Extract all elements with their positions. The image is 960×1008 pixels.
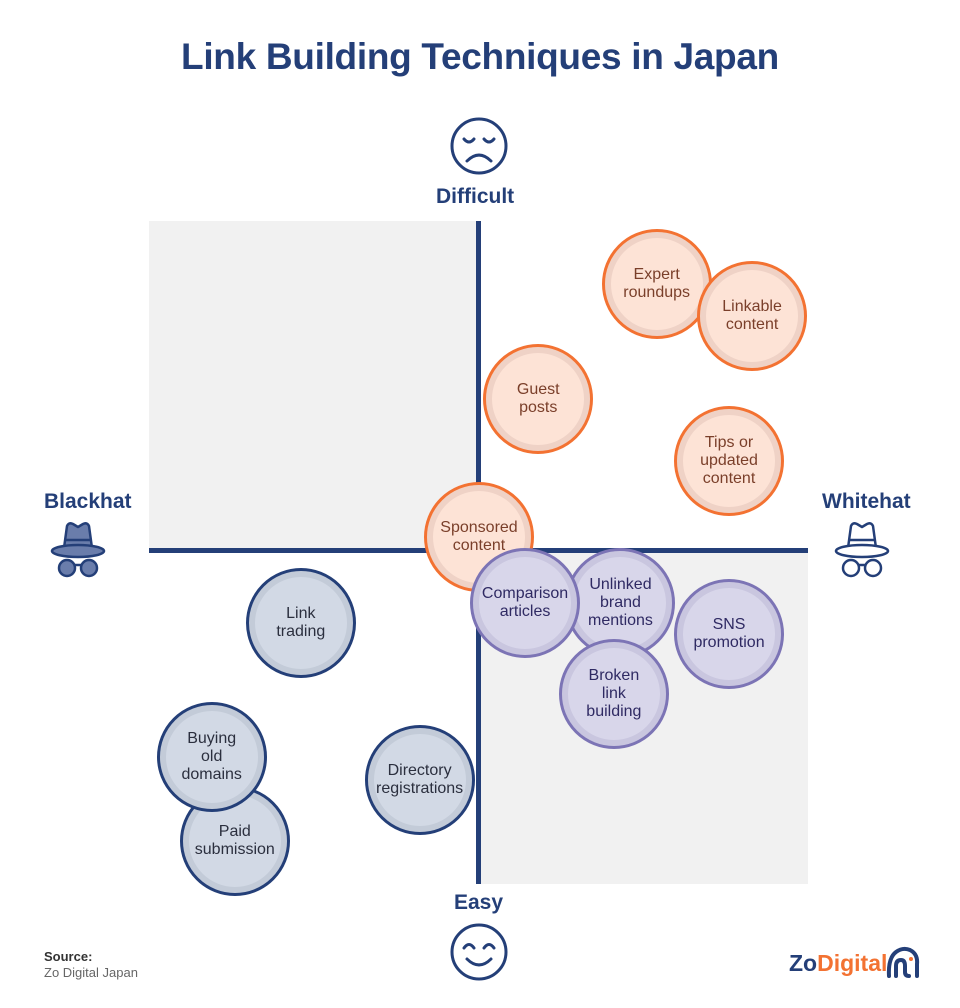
source-label: Source:	[44, 949, 93, 964]
sad-face-icon	[450, 117, 508, 175]
quadrant-panel-top-left	[149, 221, 479, 550]
logo-text-digital: Digital	[817, 950, 888, 976]
technique-label: Guest posts	[516, 380, 560, 416]
technique-bubble: Directory registrations	[364, 725, 475, 836]
technique-bubble: Link trading	[245, 568, 356, 679]
technique-label: Buying old domains	[181, 730, 242, 784]
smiling-face-icon	[450, 923, 508, 981]
axis-label-blackhat: Blackhat	[44, 490, 132, 513]
chart-title: Link Building Techniques in Japan	[181, 36, 779, 77]
source-value: Zo Digital Japan	[44, 965, 138, 980]
technique-label: Comparison articles	[481, 585, 569, 621]
logo-text-zo: Zo	[789, 950, 818, 976]
blackhat-spy-icon	[50, 522, 106, 578]
technique-bubble: Expert roundups	[601, 228, 712, 339]
technique-label: Linkable content	[722, 298, 782, 334]
technique-label: Unlinked brand mentions	[588, 576, 653, 630]
technique-bubble: Linkable content	[697, 261, 808, 372]
whitehat-spy-icon	[834, 522, 890, 578]
technique-bubble: Tips or updated content	[674, 406, 785, 517]
technique-label: Paid submission	[194, 822, 275, 858]
technique-label: Broken link building	[586, 666, 642, 720]
technique-bubble: SNS promotion	[674, 578, 785, 689]
technique-label: Directory registrations	[376, 762, 464, 798]
zodigital-elephant-icon	[886, 946, 920, 978]
zodigital-logo: ZoDigital	[789, 950, 887, 977]
technique-bubble: Broken link building	[558, 638, 669, 749]
technique-bubble: Comparison articles	[470, 548, 581, 659]
technique-bubble: Buying old domains	[156, 702, 267, 813]
technique-label: Expert roundups	[623, 265, 691, 301]
axis-label-whitehat: Whitehat	[822, 490, 911, 513]
technique-bubble: Guest posts	[483, 343, 594, 454]
technique-label: SNS promotion	[693, 615, 765, 651]
technique-label: Tips or updated content	[700, 434, 758, 488]
axis-label-difficult: Difficult	[436, 185, 515, 208]
technique-label: Link trading	[276, 605, 326, 641]
axis-label-easy: Easy	[454, 891, 504, 914]
